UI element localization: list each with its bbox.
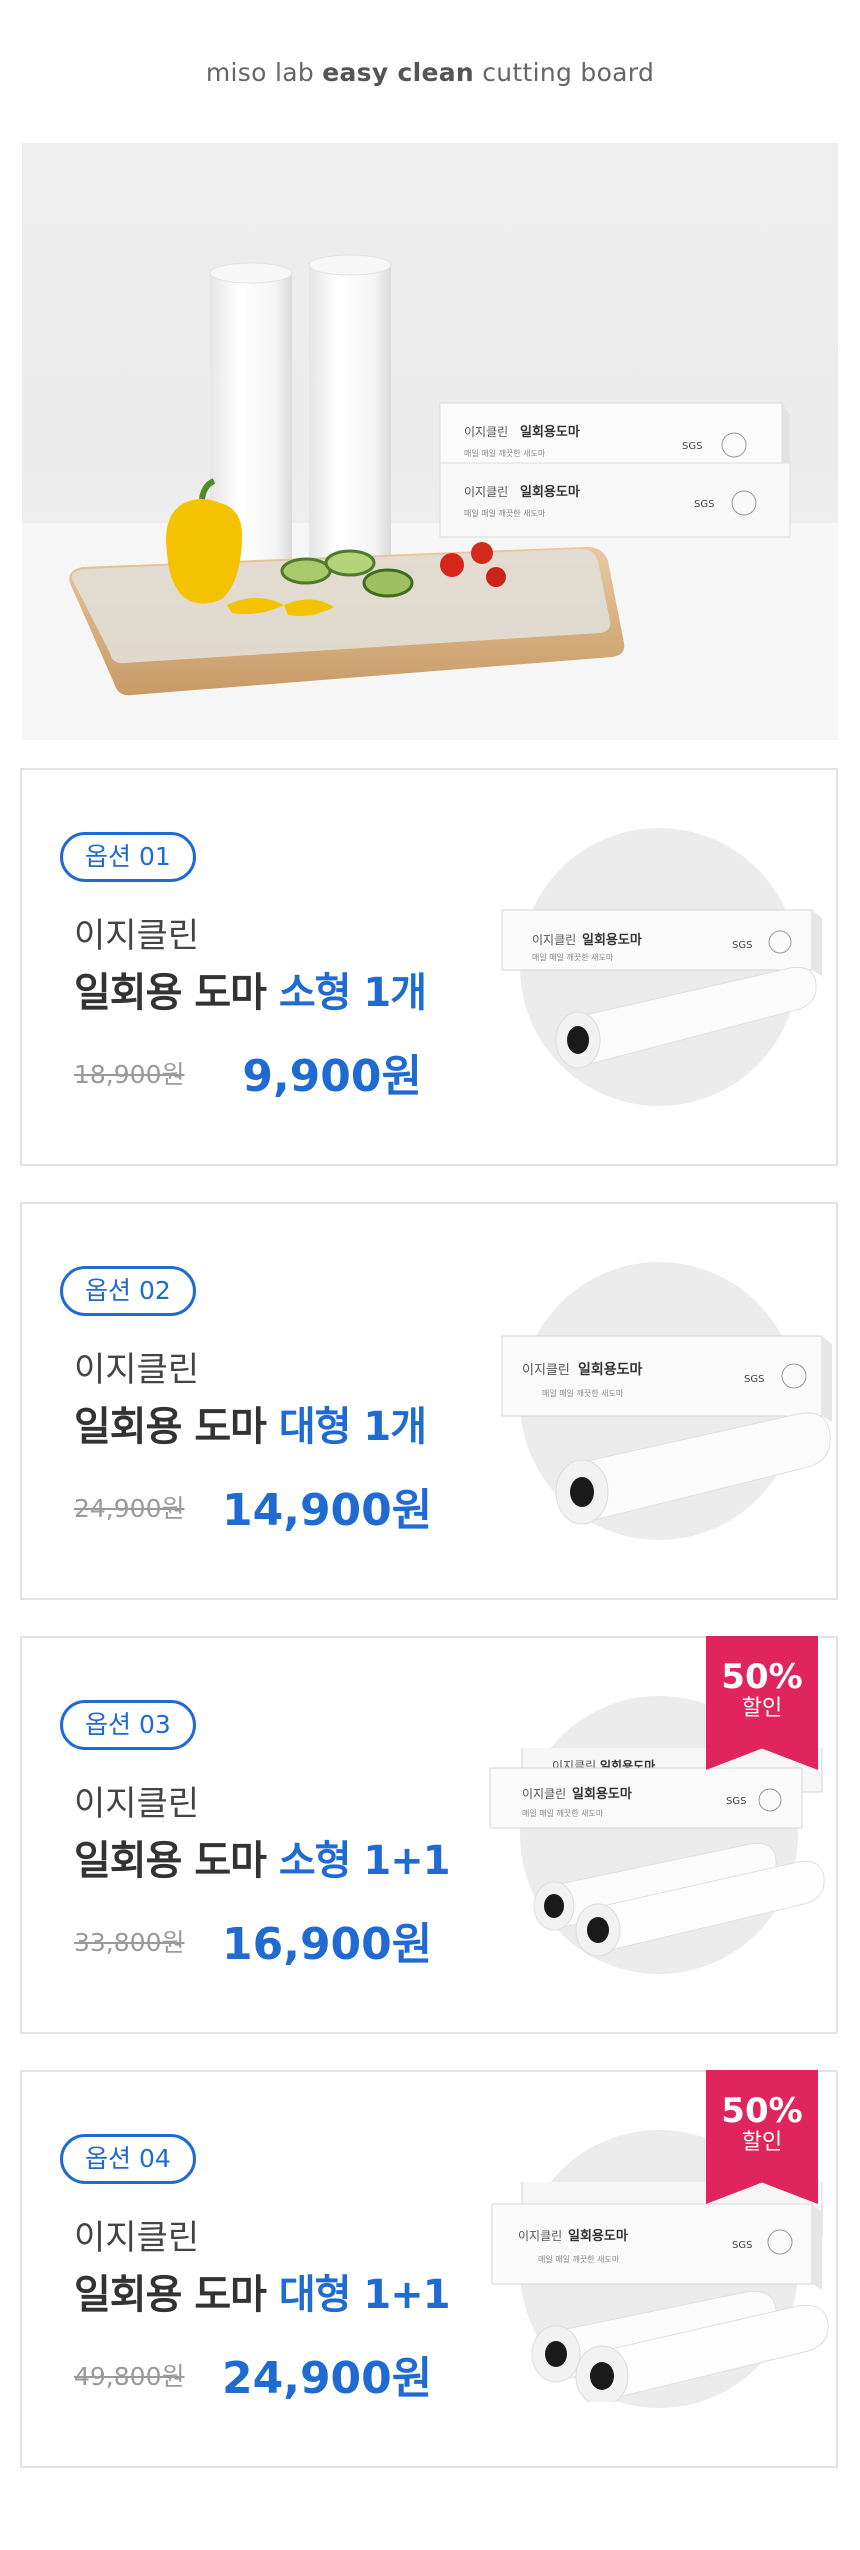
option-label-pill: 옵션 01 [60,832,196,882]
discount-percent: 50% [721,1657,803,1697]
header-text-2: easy clean [322,58,474,87]
sale-price: 9,900원 [242,1051,422,1102]
hero-box-brand: 이지클린 [464,425,508,439]
hero-box2-sub: 매일 매일 깨끗한 새도마 [464,508,546,518]
hero-box2-brand: 이지클린 [464,485,508,499]
hero-box-name: 일회용도마 [520,424,580,440]
box-name: 일회용도마 [578,1362,643,1378]
box-cert: SGS [726,1796,746,1807]
discount-label: 할인 [741,2130,783,2155]
discount-label: 할인 [741,1696,783,1721]
box-cert: SGS [732,2240,752,2251]
product-image-small-1: 이지클린 일회용도마 매일 매일 깨끗한 새도마 SGS [501,909,822,1069]
original-price: 33,800원 [74,1928,185,1957]
box-name: 일회용도마 [582,932,642,948]
option-label-pill: 옵션 04 [60,2134,196,2184]
box-brand: 이지클린 [532,933,576,947]
hero-illustration: 이지클린 일회용도마 매일 매일 깨끗한 새도마 SGS 이지클린 일회용도마 … [22,254,838,740]
box-cert: SGS [744,1374,764,1385]
product-title: 일회용 도마 대형 1개 [74,1394,427,1452]
option-card-1[interactable]: 옵션 01 이지클린 일회용 도마 소형 1개 18,900원 9,900원 이… [20,768,838,1166]
product-title-main: 일회용 도마 [74,970,279,1016]
product-brand: 이지클린 [74,2218,200,2258]
box-sub: 매일 매일 깨끗한 새도마 [542,1388,624,1398]
product-title-highlight: 소형 1개 [278,970,427,1016]
option-label-pill: 옵션 03 [60,1700,196,1750]
product-brand: 이지클린 [74,916,200,956]
option-card-2[interactable]: 옵션 02 이지클린 일회용 도마 대형 1개 24,900원 14,900원 … [20,1202,838,1600]
sale-price: 16,900원 [222,1919,433,1970]
discount-percent: 50% [721,2091,803,2131]
product-title: 일회용 도마 대형 1+1 [74,2262,451,2320]
option-card-4[interactable]: 옵션 04 이지클린 일회용 도마 대형 1+1 49,800원 24,900원… [20,2070,838,2468]
product-title-main: 일회용 도마 [74,2272,279,2318]
option-card-3[interactable]: 옵션 03 이지클린 일회용 도마 소형 1+1 33,800원 16,900원… [20,1636,838,2034]
box-cert: SGS [732,940,752,951]
product-image-large-1: 이지클린 일회용도마 매일 매일 깨끗한 새도마 SGS [501,1335,832,1525]
box-sub: 매일 매일 깨끗한 새도마 [532,952,614,962]
page-header: miso lab easy clean cutting board [0,58,860,87]
box-name: 일회용도마 [572,1786,632,1802]
product-title-highlight: 대형 1+1 [278,2272,451,2318]
sale-price: 24,900원 [222,2353,433,2404]
original-price: 24,900원 [74,1494,185,1523]
hero-box-cert: SGS [682,441,702,452]
box-name: 일회용도마 [568,2228,628,2244]
box-brand: 이지클린 [518,2229,562,2243]
product-title-highlight: 대형 1개 [278,1404,427,1450]
product-title-main: 일회용 도마 [74,1838,279,1884]
original-price: 18,900원 [74,1060,185,1089]
hero-box-sub: 매일 매일 깨끗한 새도마 [464,448,546,458]
product-brand: 이지클린 [74,1350,200,1390]
original-price: 49,800원 [74,2362,185,2391]
hero-box2-cert: SGS [694,499,714,510]
header-text-1: miso lab [205,58,323,87]
product-title-main: 일회용 도마 [74,1404,279,1450]
product-brand: 이지클린 [74,1784,200,1824]
box-brand: 이지클린 [522,1363,570,1378]
box-sub: 매일 매일 깨끗한 새도마 [522,1808,604,1818]
product-image-large-2: 이지클린 일회용도마 매일 매일 깨끗한 새도마 SGS [491,2182,829,2402]
product-title: 일회용 도마 소형 1개 [74,960,427,1018]
option-label-pill: 옵션 02 [60,1266,196,1316]
hero-box2-name: 일회용도마 [520,484,580,500]
box-sub: 매일 매일 깨끗한 새도마 [538,2254,620,2264]
product-title: 일회용 도마 소형 1+1 [74,1828,451,1886]
product-title-highlight: 소형 1+1 [278,1838,451,1884]
hero-product-photo: 이지클린 일회용도마 매일 매일 깨끗한 새도마 SGS 이지클린 일회용도마 … [22,143,838,740]
product-image-small-2: 이지클린 일회용도마 이지클린 일회용도마 매일 매일 깨끗한 새도마 SGS [489,1748,825,1957]
sale-price: 14,900원 [222,1485,433,1536]
header-text-3: cutting board [473,58,655,87]
box-brand: 이지클린 [522,1787,566,1801]
